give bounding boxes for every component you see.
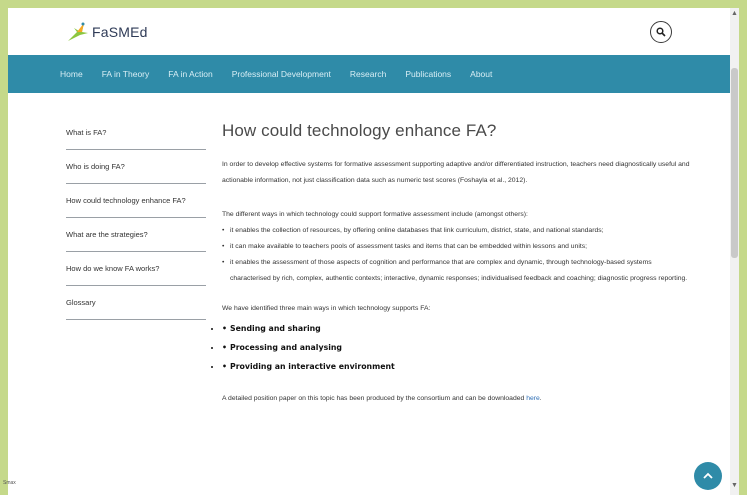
list-item: it enables the assessment of those aspec…	[222, 255, 692, 287]
scrollbar[interactable]: ▲ ▼	[730, 8, 739, 495]
nav-professional-development[interactable]: Professional Development	[232, 69, 331, 79]
list-item: Providing an interactive environment	[222, 357, 692, 376]
main-content: How could technology enhance FA? In orde…	[222, 121, 692, 407]
scroll-down-arrow-icon[interactable]: ▼	[731, 482, 738, 489]
sidebar-item-fa-works[interactable]: How do we know FA works?	[66, 252, 206, 286]
intro-paragraph: In order to develop effective systems fo…	[222, 161, 690, 184]
nav-publications[interactable]: Publications	[405, 69, 451, 79]
position-paper-text: A detailed position paper on this topic …	[222, 395, 527, 402]
site-header: FaSMEd	[8, 8, 739, 55]
nav-fa-in-action[interactable]: FA in Action	[168, 69, 212, 79]
main-nav: Home FA in Theory FA in Action Professio…	[8, 55, 730, 93]
main-ways-intro: We have identified three main ways in wh…	[222, 305, 431, 312]
browser-frame: FaSMEd Home FA in Theory FA in Action Pr…	[8, 8, 739, 495]
status-text: Smax	[3, 480, 16, 486]
sidebar-item-technology-enhance-fa[interactable]: How could technology enhance FA?	[66, 184, 206, 218]
list-item: Sending and sharing	[222, 319, 692, 338]
nav-about[interactable]: About	[470, 69, 492, 79]
download-here-link[interactable]: here	[526, 395, 540, 402]
list-item: it enables the collection of resources, …	[222, 223, 692, 239]
chevron-up-icon	[703, 472, 713, 479]
list-item: it can make available to teachers pools …	[222, 239, 692, 255]
ways-intro: The different ways in which technology c…	[222, 211, 528, 218]
search-button[interactable]	[650, 21, 672, 43]
scroll-thumb[interactable]	[731, 68, 738, 258]
sidebar-item-glossary[interactable]: Glossary	[66, 286, 206, 320]
sidebar-item-who-is-doing-fa[interactable]: Who is doing FA?	[66, 150, 206, 184]
logo-text: FaSMEd	[92, 24, 148, 40]
main-ways-list: Sending and sharing Processing and analy…	[222, 319, 692, 376]
position-paper-line: A detailed position paper on this topic …	[222, 391, 692, 407]
nav-home[interactable]: Home	[60, 69, 83, 79]
search-icon	[656, 27, 666, 37]
page-title: How could technology enhance FA?	[222, 121, 497, 140]
nav-fa-in-theory[interactable]: FA in Theory	[102, 69, 150, 79]
position-paper-end: .	[539, 395, 542, 402]
list-item: Processing and analysing	[222, 338, 692, 357]
sidebar-item-strategies[interactable]: What are the strategies?	[66, 218, 206, 252]
sidebar-item-what-is-fa[interactable]: What is FA?	[66, 116, 206, 150]
nav-research[interactable]: Research	[350, 69, 386, 79]
back-to-top-button[interactable]	[694, 462, 722, 490]
site-logo[interactable]: FaSMEd	[66, 21, 148, 43]
sidebar: What is FA? Who is doing FA? How could t…	[66, 116, 206, 320]
ways-list: it enables the collection of resources, …	[222, 223, 692, 287]
scroll-up-arrow-icon[interactable]: ▲	[731, 10, 738, 17]
logo-bird-icon	[68, 22, 88, 41]
